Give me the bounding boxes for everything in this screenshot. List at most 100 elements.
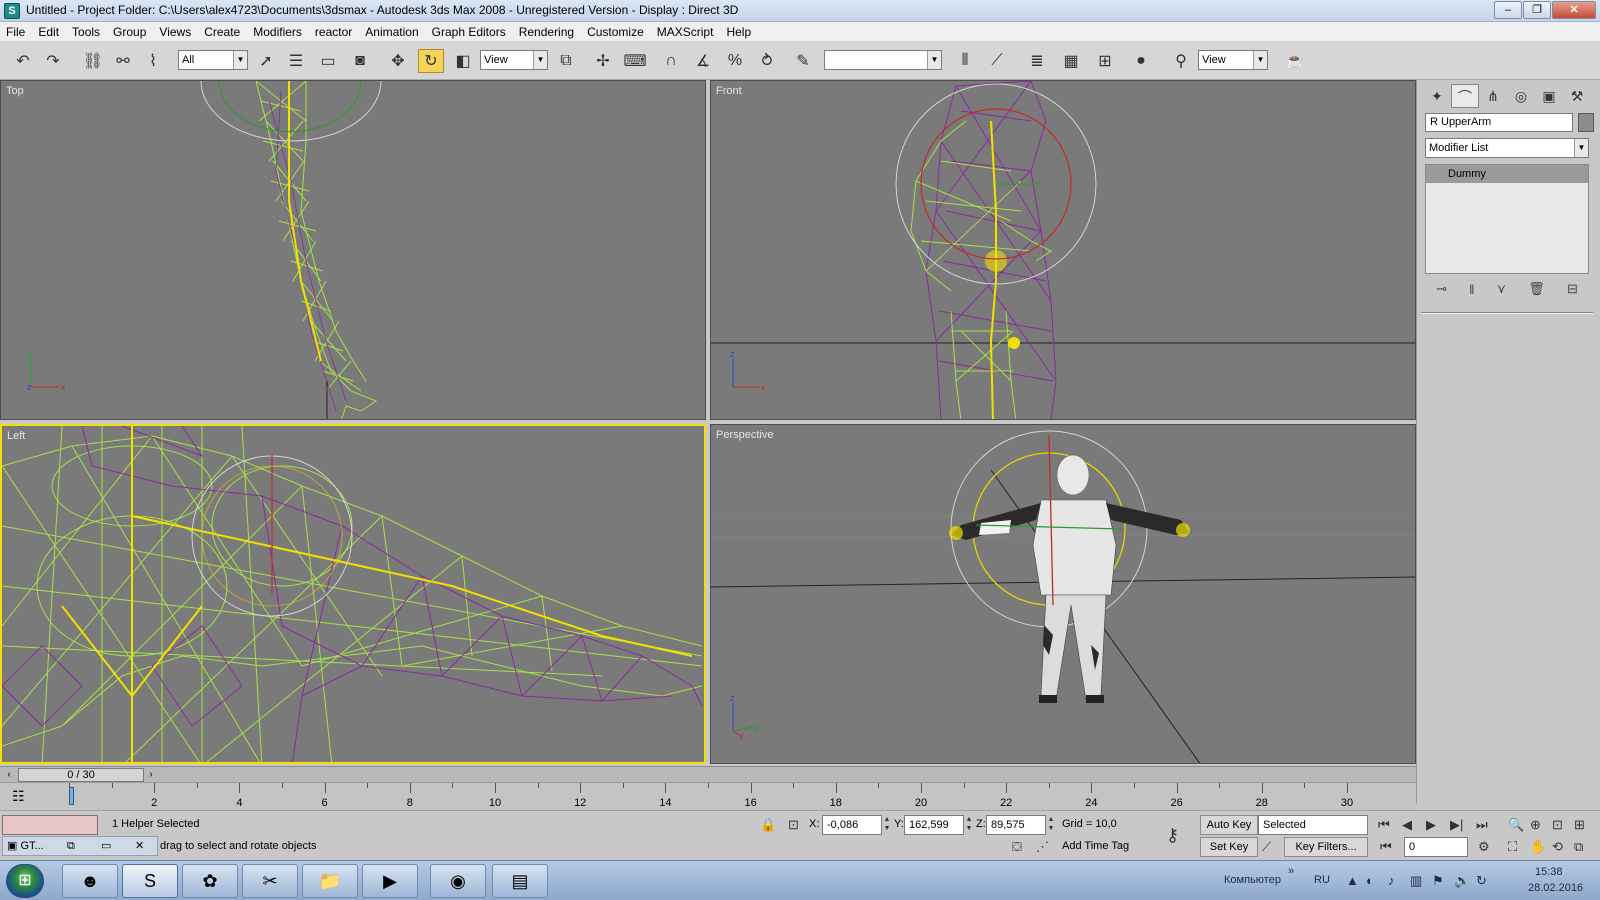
current-frame-field[interactable]: 0 [1404,837,1468,857]
gt-maximize-icon[interactable]: ▭ [101,837,111,855]
show-hidden-icons-icon[interactable]: ▲ [1346,873,1359,888]
render-setup-icon[interactable]: ⚲ [1168,49,1194,73]
gt-minimized-window[interactable]: ▣ GT... ⧉ ▭ ✕ [2,836,158,856]
y-coord-field[interactable]: 162,599 [904,815,964,835]
menu-rendering[interactable]: Rendering [519,25,574,39]
keyboard-shortcut-override-icon[interactable]: ⌨ [622,49,648,73]
3dsmax-app-icon[interactable]: S [4,3,20,19]
zoom-extents-icon[interactable]: ⊡ [1552,817,1563,833]
gt-close-icon[interactable]: ✕ [135,837,144,855]
current-frame-marker[interactable] [69,787,74,805]
task-media-player-icon[interactable]: ▶ [362,864,418,898]
motion-tab-icon[interactable]: ◎ [1507,84,1535,108]
track-bar[interactable]: ☷ 2 4 6 8 10 12 14 16 18 20 22 24 26 28 30 [0,782,1416,810]
absolute-transform-icon[interactable]: ⊡ [788,817,799,833]
tray-computer-label[interactable]: Компьютер [1224,874,1281,886]
viewport-label-top[interactable]: Top [6,85,24,97]
rectangular-selection-icon[interactable]: ▭ [315,49,341,73]
task-explorer-icon[interactable]: 📁 [302,864,358,898]
unlink-selection-icon[interactable]: ⚯ [110,49,136,73]
named-selection-sets-dropdown[interactable]: ▼ [824,50,942,70]
menu-animation[interactable]: Animation [365,25,418,39]
menu-modifiers[interactable]: Modifiers [253,25,302,39]
zoom-all-icon[interactable]: ⊕ [1530,817,1541,833]
select-and-link-icon[interactable]: ⛓ [80,49,106,73]
redo-icon[interactable]: ↷ [40,49,66,73]
hierarchy-tab-icon[interactable]: ⋔ [1479,84,1507,108]
add-time-tag-button[interactable]: Add Time Tag [1058,837,1158,857]
reference-coordinate-dropdown[interactable]: View ▼ [480,50,548,70]
snaps-toggle-icon[interactable]: ∩ [658,49,684,73]
modifier-list-dropdown[interactable]: Modifier List ▼ [1425,138,1589,158]
edit-named-selection-icon[interactable]: ✎ [790,49,816,73]
percent-snap-icon[interactable]: % [722,49,748,73]
viewport-label-front[interactable]: Front [716,85,742,97]
z-spinner-icon[interactable]: ▲ ▼ [1047,815,1055,835]
menu-file[interactable]: File [6,25,25,39]
key-mode-toggle-icon[interactable]: ⏮ [1380,839,1392,855]
select-and-manipulate-icon[interactable]: ✢ [590,49,616,73]
key-curve-icon[interactable]: ⟋ [1262,839,1271,855]
gt-restore-icon[interactable]: ⧉ [67,837,75,855]
task-chrome-icon[interactable]: ◉ [430,864,486,898]
key-filters-button[interactable]: Key Filters... [1284,837,1368,857]
next-frame-icon[interactable]: ▶| [1450,817,1463,833]
task-3dsmax-icon[interactable]: S [122,864,178,898]
mirror-icon[interactable]: ⫴ [952,49,978,73]
menu-edit[interactable]: Edit [38,25,59,39]
tray-speaker-icon[interactable]: 🔈 [1454,873,1470,889]
angle-snap-icon[interactable]: ∡ [690,49,716,73]
align-icon[interactable]: ⟋ [984,49,1010,73]
language-indicator[interactable]: RU [1314,874,1330,886]
menu-customize[interactable]: Customize [587,25,644,39]
go-to-start-icon[interactable]: ⏮ [1378,817,1390,833]
viewport-label-perspective[interactable]: Perspective [716,429,773,441]
z-coord-field[interactable]: 89,575 [986,815,1046,835]
make-unique-icon[interactable]: ⋎ [1497,281,1507,297]
set-key-icon[interactable]: ⚷ [1166,825,1179,846]
mini-curve-editor-icon[interactable]: ☷ [12,788,25,805]
zoom-extents-all-icon[interactable]: ⊞ [1574,817,1585,833]
viewport-perspective[interactable]: Perspective z y x [710,424,1416,764]
time-slider[interactable]: ‹ 0 / 30 › [0,766,1416,782]
clock-date[interactable]: 28.02.2016 [1528,882,1583,894]
menu-views[interactable]: Views [159,25,191,39]
selection-filter-dropdown[interactable]: All ▼ [178,50,248,70]
viewport-front[interactable]: Front z x [710,80,1416,420]
schematic-view-icon[interactable]: ⊞ [1092,49,1118,73]
tray-app-icon[interactable]: ◐ [1366,873,1374,888]
select-and-move-icon[interactable]: ✥ [385,49,411,73]
zoom-icon[interactable]: 🔍 [1508,817,1524,833]
menu-reactor[interactable]: reactor [315,25,352,39]
configure-modifier-sets-icon[interactable]: ⊟ [1567,281,1578,297]
time-tag-lock-icon[interactable]: ⋰ [1036,839,1049,855]
maxscript-listener-mini[interactable] [2,815,98,835]
key-mode-dropdown[interactable]: Selected [1258,815,1368,835]
maximize-button[interactable]: ❐ [1523,1,1551,19]
task-device-icon[interactable]: ▤ [492,864,548,898]
display-tab-icon[interactable]: ▣ [1535,84,1563,108]
tray-network-icon[interactable]: ▥ [1410,873,1422,889]
task-sharp-app-icon[interactable]: ✂ [242,864,298,898]
viewport-label-left[interactable]: Left [7,430,25,442]
render-view-dropdown[interactable]: View ▼ [1198,50,1268,70]
utilities-tab-icon[interactable]: ⚒ [1563,84,1591,108]
play-icon[interactable]: ▶ [1426,817,1436,833]
go-to-end-icon[interactable]: ⏭ [1476,817,1488,833]
auto-key-button[interactable]: Auto Key [1200,815,1258,835]
lock-selection-icon[interactable]: 🔒 [760,817,776,833]
remove-modifier-icon[interactable]: 🗑 [1528,281,1545,297]
stack-item-dummy[interactable]: Dummy [1426,165,1588,183]
menu-group[interactable]: Group [113,25,146,39]
menu-graph-editors[interactable]: Graph Editors [432,25,506,39]
time-slider-thumb[interactable]: 0 / 30 [18,768,144,782]
set-key-button[interactable]: Set Key [1200,837,1258,857]
maximize-viewport-icon[interactable]: ⧉ [1574,839,1583,855]
menu-tools[interactable]: Tools [72,25,100,39]
task-mgt-icon[interactable]: ✿ [182,864,238,898]
curve-editor-icon[interactable]: ▦ [1058,49,1084,73]
tray-flag-icon[interactable]: ⚑ [1432,873,1444,889]
arc-rotate-icon[interactable]: ⟲ [1552,839,1563,855]
show-end-result-icon[interactable]: ‖ [1469,282,1474,297]
create-tab-icon[interactable]: ✦ [1423,84,1451,108]
